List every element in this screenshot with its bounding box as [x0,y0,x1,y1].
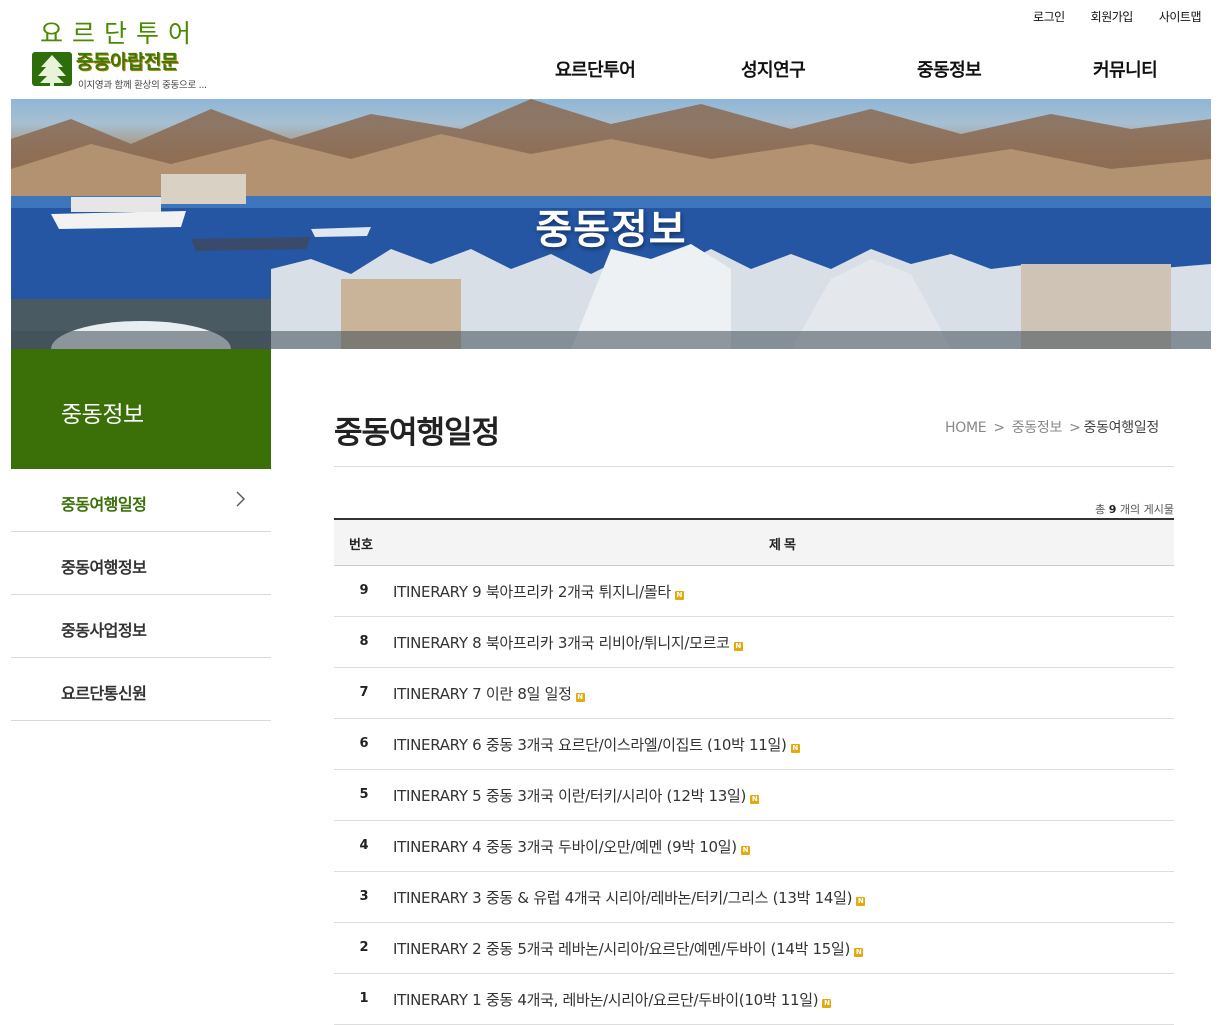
breadcrumb-home[interactable]: HOME [945,420,987,436]
chevron-right-icon [236,491,245,507]
post-title-link[interactable]: ITINERARY 6 중동 3개국 요르단/이스라엘/이집트 (10박 11일… [393,734,800,755]
post-number: 3 [359,889,369,904]
breadcrumb-separator: > [993,420,1005,436]
side-menu-item-label: 요르단통신원 [61,684,147,703]
side-menu-item-label: 중동여행일정 [61,495,147,514]
post-count: 총 9 개의 게시물 [1095,501,1174,517]
board-table: 번호 제목 9 ITINERARY 9 북아프리카 2개국 튀지니/몰타 N 8 ITI… [334,518,1174,1025]
site-logo[interactable]: 요르단투어 중동아랍전문 이지영과 함께 환상의 중동으로 ... [30,14,220,94]
breadcrumb-separator: > [1069,420,1081,436]
new-badge-icon: N [822,999,832,1008]
post-count-value: 9 [1108,503,1117,516]
nav-item-jordan-tour[interactable]: 요르단투어 [555,56,741,82]
post-title-link[interactable]: ITINERARY 7 이란 8일 일정 N [393,683,585,704]
logo-top-text: 요르단투어 [40,19,201,48]
sitemap-link[interactable]: 사이트맵 [1159,8,1202,25]
post-count-prefix: 총 [1095,503,1106,516]
breadcrumb-section[interactable]: 중동정보 [1012,420,1063,436]
nav-item-middle-east-info[interactable]: 중동정보 [917,56,1093,82]
post-title-link[interactable]: ITINERARY 2 중동 5개국 레바논/시리아/요르단/예멘/두바이 (1… [393,938,864,959]
post-title: ITINERARY 7 이란 8일 일정 [393,685,572,703]
side-menu-title: 중동정보 [11,349,271,469]
title-divider [334,466,1174,467]
breadcrumb-current: 중동여행일정 [1083,420,1160,436]
post-number: 2 [359,940,369,955]
new-badge-icon: N [750,795,760,804]
post-title: ITINERARY 9 북아프리카 2개국 튀지니/몰타 [393,583,671,601]
post-number: 1 [359,991,369,1006]
side-menu-item-label: 중동사업정보 [61,621,147,640]
table-row: 8 ITINERARY 8 북아프리카 3개국 리비아/튀니지/모르코 N [334,617,1174,668]
new-badge-icon: N [856,897,866,906]
post-title-link[interactable]: ITINERARY 3 중동 & 유럽 4개국 시리아/레바논/터키/그리스 (… [393,887,866,908]
nav-item-holy-land-research[interactable]: 성지연구 [741,56,917,82]
page-title: 중동여행일정 [334,415,500,451]
new-badge-icon: N [674,591,684,600]
side-menu-item-travel-info[interactable]: 중동여행정보 [11,532,271,595]
post-title: ITINERARY 1 중동 4개국, 레바논/시리아/요르단/두바이(10박 … [393,991,819,1009]
main-nav: 요르단투어 성지연구 중동정보 커뮤니티 [555,56,1158,82]
table-row: 7 ITINERARY 7 이란 8일 일정 N [334,668,1174,719]
post-title: ITINERARY 3 중동 & 유럽 4개국 시리아/레바논/터키/그리스 (… [393,889,853,907]
post-count-suffix: 개의 게시물 [1119,503,1174,516]
post-title: ITINERARY 4 중동 3개국 두바이/오만/예멘 (9박 10일) [393,838,737,856]
post-number: 8 [359,634,369,649]
table-row: 6 ITINERARY 6 중동 3개국 요르단/이스라엘/이집트 (10박 11… [334,719,1174,770]
breadcrumb: HOME > 중동정보 > 중동여행일정 [945,417,1159,437]
new-badge-icon: N [575,693,585,702]
post-title: ITINERARY 8 북아프리카 3개국 리비아/튀니지/모르코 [393,634,730,652]
table-row: 3 ITINERARY 3 중동 & 유럽 4개국 시리아/레바논/터키/그리스 … [334,872,1174,923]
board-header: 번호 제목 [334,520,1174,566]
logo-brand: 중동아랍전문 [76,51,178,73]
banner-title: 중동정보 [535,207,687,253]
post-title-link[interactable]: ITINERARY 4 중동 3개국 두바이/오만/예멘 (9박 10일) N [393,836,750,857]
signup-link[interactable]: 회원가입 [1091,8,1134,25]
new-badge-icon: N [854,948,864,957]
logo-tagline: 이지영과 함께 환상의 중동으로 ... [78,80,207,91]
post-number: 4 [359,838,369,853]
side-menu-item-itinerary[interactable]: 중동여행일정 [11,469,271,532]
post-title-link[interactable]: ITINERARY 9 북아프리카 2개국 튀지니/몰타 N [393,581,684,602]
side-menu: 중동정보 중동여행일정 중동여행정보 중동사업정보 요르단통신원 [11,349,271,721]
new-badge-icon: N [740,846,750,855]
post-title-link[interactable]: ITINERARY 1 중동 4개국, 레바논/시리아/요르단/두바이(10박 … [393,989,832,1010]
table-row: 2 ITINERARY 2 중동 5개국 레바논/시리아/요르단/예멘/두바이 (… [334,923,1174,974]
header-title: 제목 [769,538,799,553]
table-row: 1 ITINERARY 1 중동 4개국, 레바논/시리아/요르단/두바이(10박… [334,974,1174,1025]
side-menu-item-business-info[interactable]: 중동사업정보 [11,595,271,658]
post-title-link[interactable]: ITINERARY 8 북아프리카 3개국 리비아/튀니지/모르코 N [393,632,743,653]
pine-tree-icon [32,52,72,86]
utility-links: 로그인 회원가입 사이트맵 [1033,8,1201,25]
post-title: ITINERARY 2 중동 5개국 레바논/시리아/요르단/예멘/두바이 (1… [393,940,851,958]
table-row: 5 ITINERARY 5 중동 3개국 이란/터키/시리아 (12박 13일) N [334,770,1174,821]
site-header: 요르단투어 중동아랍전문 이지영과 함께 환상의 중동으로 ... 로그인 회원… [0,0,1220,99]
new-badge-icon: N [733,642,743,651]
post-number: 6 [359,736,369,751]
table-row: 4 ITINERARY 4 중동 3개국 두바이/오만/예멘 (9박 10일) N [334,821,1174,872]
nav-item-community[interactable]: 커뮤니티 [1093,56,1158,82]
post-number: 7 [359,685,369,700]
post-title-link[interactable]: ITINERARY 5 중동 3개국 이란/터키/시리아 (12박 13일) N [393,785,760,806]
table-row: 9 ITINERARY 9 북아프리카 2개국 튀지니/몰타 N [334,566,1174,617]
post-title: ITINERARY 6 중동 3개국 요르단/이스라엘/이집트 (10박 11일… [393,736,787,754]
login-link[interactable]: 로그인 [1033,8,1065,25]
post-number: 5 [359,787,369,802]
side-menu-item-correspondent[interactable]: 요르단통신원 [11,658,271,721]
post-title: ITINERARY 5 중동 3개국 이란/터키/시리아 (12박 13일) [393,787,747,805]
hero-banner: 중동정보 [11,99,1211,349]
post-number: 9 [359,583,369,598]
side-menu-item-label: 중동여행정보 [61,558,147,577]
new-badge-icon: N [790,744,800,753]
